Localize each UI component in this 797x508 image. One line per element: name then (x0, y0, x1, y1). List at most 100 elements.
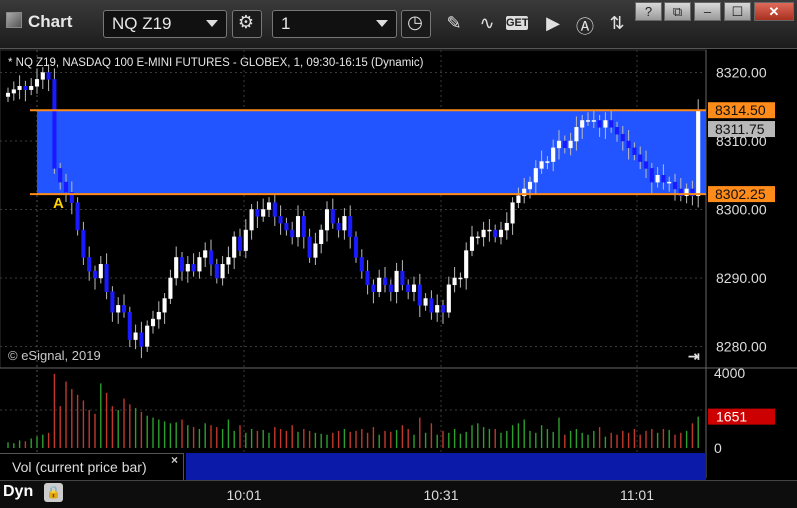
candle-body (597, 120, 602, 128)
candle-body (249, 209, 254, 231)
level-tag-label: 8302.25 (715, 186, 766, 202)
candle-body (417, 284, 422, 306)
candle-body (284, 222, 289, 231)
candle-body (394, 270, 399, 292)
close-button[interactable]: ✕ (754, 2, 794, 21)
candle-body (34, 79, 40, 87)
candle-body (562, 140, 567, 149)
candle-body (324, 209, 330, 231)
candle-body (481, 229, 486, 238)
price-tick-label: 8310.00 (716, 133, 767, 149)
candle-body (336, 222, 341, 231)
interval-input[interactable]: 1 (272, 10, 397, 38)
minimize-button[interactable]: – (694, 2, 721, 21)
candle-body (667, 181, 672, 184)
candle-body (551, 147, 556, 162)
candle-body (545, 161, 550, 163)
app-title-label: Chart (28, 12, 73, 31)
candle-body (179, 257, 185, 272)
price-tick-label: 8320.00 (716, 65, 767, 81)
candle-body (191, 264, 196, 272)
interval-value: 1 (281, 14, 291, 33)
study-icon[interactable]: ∿ (474, 13, 500, 34)
app-title: Chart (6, 12, 72, 32)
candle-body (580, 120, 585, 128)
chart-toolbar: Chart NQ Z19 ⚙ 1 ◷ ✎ ∿ GET ▶ Ⓐ ⇅ ? ⧉ – ☐… (0, 0, 797, 49)
candle-body (516, 195, 521, 203)
candle-body (400, 270, 405, 286)
candle-body (156, 311, 161, 320)
copyright-label: © eSignal, 2019 (8, 348, 101, 363)
candle-body (52, 79, 57, 169)
candle-body (574, 127, 579, 142)
candle-body (533, 168, 538, 183)
candle-body (475, 236, 480, 239)
candle-body (319, 229, 324, 244)
pencil-icon[interactable]: ✎ (441, 13, 467, 34)
candles (5, 64, 701, 359)
candle-body (435, 305, 440, 313)
candle-body (388, 284, 393, 292)
candle-body (643, 161, 649, 169)
chevron-down-icon[interactable] (376, 20, 388, 27)
candle-body (133, 332, 138, 340)
restore-button[interactable]: ⧉ (664, 2, 691, 21)
chevron-down-icon[interactable] (206, 20, 218, 27)
clock-button[interactable]: ◷ (401, 10, 431, 38)
price-tick-label: 8280.00 (716, 338, 767, 354)
play-icon[interactable]: ▶ (540, 13, 566, 34)
candle-body (272, 202, 277, 217)
candle-body (626, 140, 631, 149)
candle-body (493, 229, 498, 238)
candle-body (469, 236, 475, 251)
candle-body (255, 209, 260, 217)
candle-body (174, 257, 179, 279)
lock-icon[interactable]: 🔒 (44, 483, 63, 502)
candle-body (348, 216, 353, 238)
panel-legend-label: Vol (current price bar) (12, 459, 147, 475)
maximize-button[interactable]: ☐ (724, 2, 751, 21)
mode-label[interactable]: Dyn (3, 483, 33, 501)
alert-icon[interactable]: Ⓐ (572, 13, 598, 39)
candle-body (87, 257, 92, 272)
candle-body (672, 181, 678, 190)
candle-body (162, 298, 167, 313)
time-axis-labels: 10:01 10:31 11:01 (226, 487, 654, 503)
price-tick-label: 8300.00 (716, 202, 767, 218)
sync-icon[interactable]: ⇅ (604, 13, 630, 34)
volume-tick-label: 0 (714, 440, 722, 456)
candle-body (377, 277, 382, 292)
candle-body (458, 277, 463, 280)
volume-axis: 4000 0 1651 (708, 365, 775, 456)
symbol-input[interactable]: NQ Z19 (103, 10, 227, 38)
candle-body (232, 236, 237, 258)
candle-body (295, 216, 301, 238)
candle-body (110, 291, 115, 313)
volume-bars (7, 373, 699, 448)
candle-body (440, 305, 446, 313)
candle-body (17, 85, 22, 90)
candle-body (411, 284, 417, 292)
panel-legend[interactable]: Vol (current price bar) (0, 453, 184, 480)
candle-body (243, 229, 248, 251)
level-tag-label: 8314.50 (715, 102, 766, 118)
candle-body (585, 120, 591, 122)
candle-body (92, 270, 98, 279)
time-tick-label: 11:01 (620, 487, 654, 503)
close-icon[interactable]: × (171, 453, 178, 467)
candle-body (220, 264, 225, 279)
scroll-to-end-icon[interactable]: ⇥ (688, 348, 700, 364)
candle-body (359, 257, 364, 272)
candle-body (504, 222, 509, 231)
price-chart[interactable]: 8314.508311.758302.25 8320.008310.008300… (0, 48, 797, 507)
settings-button[interactable]: ⚙ (232, 10, 262, 38)
help-button[interactable]: ? (635, 2, 662, 21)
candle-body (591, 120, 596, 122)
candle-body (266, 202, 272, 210)
candle-body (556, 140, 562, 149)
candle-body (632, 147, 637, 155)
get-icon[interactable]: GET (506, 16, 529, 30)
settings-gear-icon: ⚙ (237, 12, 255, 32)
candle-body (365, 270, 370, 286)
time-tick-label: 10:01 (226, 487, 261, 503)
